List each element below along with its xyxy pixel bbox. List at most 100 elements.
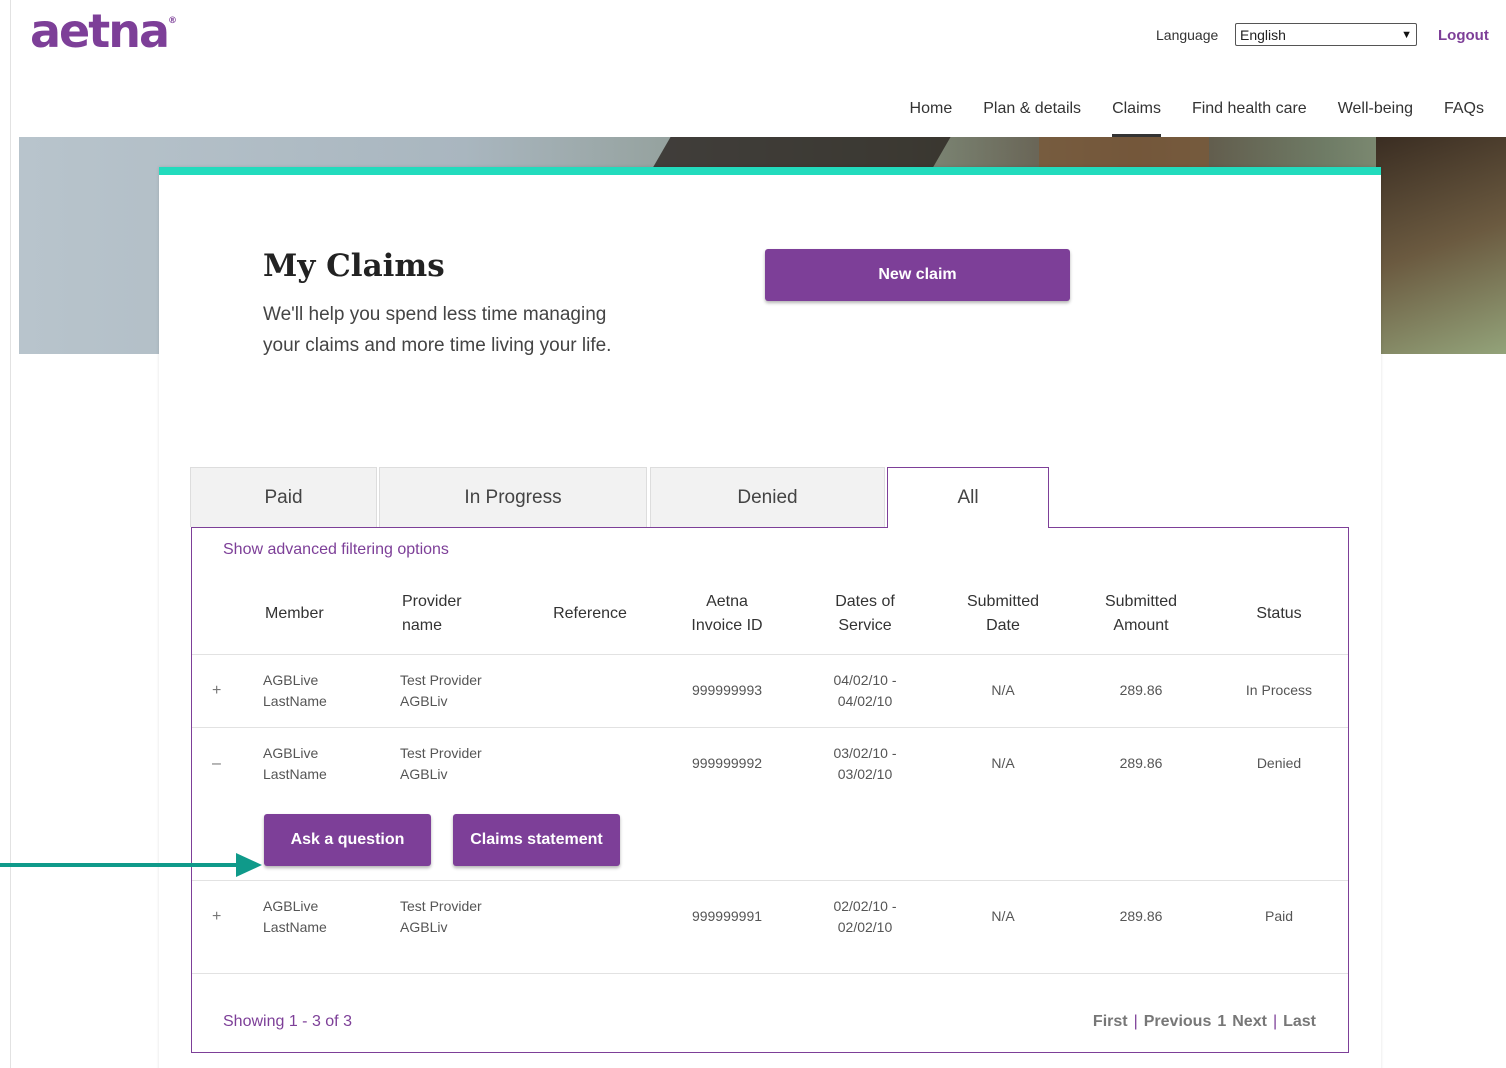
header-submitted-date[interactable]: Submitted Date [948,590,1058,638]
cell-dates-to: 02/02/10 [837,919,893,935]
ask-question-button[interactable]: Ask a question [264,814,431,866]
cell-member-first: AGBLive [263,745,319,761]
header-invoice-line: Invoice ID [691,617,763,634]
cell-member: AGBLive LastName [263,670,327,712]
cell-member: AGBLive LastName [263,896,327,938]
cell-status: Denied [1256,755,1302,771]
header-status[interactable]: Status [1224,602,1334,626]
cell-provider-line: Test Provider [400,672,482,688]
advanced-filter-link[interactable]: Show advanced filtering options [223,541,449,559]
cell-invoice-id: 999999991 [691,908,763,924]
language-select[interactable]: English ▼ [1235,23,1417,46]
chevron-down-icon: ▼ [1401,28,1412,41]
cell-amount: 289.86 [1119,908,1163,924]
cell-provider: Test Provider AGBLiv [400,670,482,712]
pager-separator: | [1272,1013,1278,1030]
page-title: My Claims [263,248,445,284]
pager-first[interactable]: First [1093,1013,1128,1031]
arrow-head [236,853,262,877]
pager-previous[interactable]: Previous [1144,1013,1212,1031]
pagination: First | Previous 1 Next | Last [1093,1013,1316,1031]
tab-denied[interactable]: Denied [650,467,885,527]
cell-dates-from: 02/02/10 - [833,898,897,914]
cell-status: Paid [1264,908,1294,924]
cell-member-last: LastName [263,919,327,935]
header-submitted-date-line: Date [986,617,1020,634]
cell-status: In Process [1245,682,1313,698]
header-provider[interactable]: Provider name [402,590,462,638]
logout-link[interactable]: Logout [1438,27,1489,44]
expand-plus-icon[interactable]: + [212,908,221,926]
cell-dates-from: 03/02/10 - [833,745,897,761]
cell-provider-line: Test Provider [400,898,482,914]
header-member[interactable]: Member [265,602,324,626]
header-provider-line: name [402,617,443,634]
cell-submitted-date: N/A [991,682,1015,698]
cell-dates: 04/02/10 - 04/02/10 [810,670,920,712]
page-edge-rule [10,0,11,1068]
cell-submitted-date: N/A [991,908,1015,924]
tab-paid[interactable]: Paid [190,467,377,527]
hero-shape [1376,137,1506,354]
cell-provider-line: AGBLiv [400,919,448,935]
cell-dates: 02/02/10 - 02/02/10 [810,896,920,938]
main-nav: Home Plan & details Claims Find health c… [910,100,1484,138]
header-dates-line: Service [838,617,892,634]
header-invoice-id[interactable]: Aetna Invoice ID [672,590,782,638]
header-invoice-line: Aetna [706,593,748,610]
cell-invoice-id: 999999992 [691,755,763,771]
expand-plus-icon[interactable]: + [212,682,221,700]
cell-provider-line: AGBLiv [400,766,448,782]
nav-find-health-care[interactable]: Find health care [1192,100,1307,118]
language-label: Language [1156,27,1219,43]
header-submitted-amount-line: Amount [1113,617,1169,634]
nav-faqs[interactable]: FAQs [1444,100,1484,118]
claims-statement-button[interactable]: Claims statement [453,814,620,866]
row-divider [192,973,1348,974]
cell-provider-line: Test Provider [400,745,482,761]
aetna-logo[interactable]: aetna® [30,4,177,58]
cell-dates-to: 03/02/10 [837,766,893,782]
cell-dates: 03/02/10 - 03/02/10 [810,743,920,785]
claims-page: aetna® Language English ▼ Logout Home Pl… [0,0,1506,1068]
cell-member-first: AGBLive [263,672,319,688]
page-subtitle: We'll help you spend less time managing … [263,304,612,356]
cell-member-first: AGBLive [263,898,319,914]
nav-plan-details[interactable]: Plan & details [983,100,1081,118]
nav-claims[interactable]: Claims [1112,100,1161,138]
header-submitted-amount[interactable]: Submitted Amount [1086,590,1196,638]
row-divider [192,727,1348,728]
nav-well-being[interactable]: Well-being [1338,100,1413,118]
tab-in-progress[interactable]: In Progress [379,467,647,527]
logo-registered-mark: ® [168,16,178,26]
pager-last[interactable]: Last [1283,1013,1316,1031]
tab-all[interactable]: All [887,467,1049,528]
cell-dates-from: 04/02/10 - [833,672,897,688]
pager-page-number[interactable]: 1 [1217,1013,1226,1031]
pager-separator: | [1133,1013,1138,1030]
cell-invoice-id: 999999993 [691,682,763,698]
arrow-right-icon [0,853,262,877]
header-dates-line: Dates of [835,593,895,610]
collapse-minus-icon[interactable]: – [212,755,221,773]
cell-provider: Test Provider AGBLiv [400,896,482,938]
language-select-value: English [1240,26,1286,43]
cell-submitted-date: N/A [991,755,1015,771]
pager-next[interactable]: Next [1232,1013,1267,1031]
header-reference[interactable]: Reference [540,602,640,626]
header-provider-line: Provider [402,593,462,610]
cell-provider: Test Provider AGBLiv [400,743,482,785]
cell-member-last: LastName [263,766,327,782]
cell-dates-to: 04/02/10 [837,693,893,709]
header-submitted-date-line: Submitted [966,593,1040,610]
cell-member-last: LastName [263,693,327,709]
row-divider [192,654,1348,655]
row-divider [192,880,1348,881]
header-submitted-amount-line: Submitted [1104,593,1178,610]
cell-amount: 289.86 [1119,682,1163,698]
new-claim-button[interactable]: New claim [765,249,1070,301]
cell-amount: 289.86 [1119,755,1163,771]
header-dates-of-service[interactable]: Dates of Service [810,590,920,638]
nav-home[interactable]: Home [910,100,953,118]
results-count: Showing 1 - 3 of 3 [223,1013,352,1030]
